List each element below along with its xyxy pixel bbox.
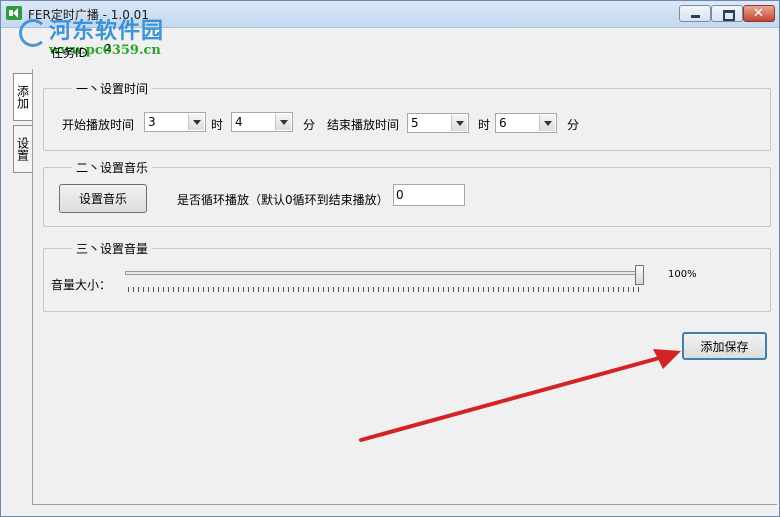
start-hour-unit: 时 xyxy=(211,118,224,132)
volume-slider-ticks xyxy=(128,287,641,292)
set-music-button[interactable]: 设置音乐 xyxy=(59,184,147,213)
task-id-value: 2 xyxy=(105,43,112,54)
start-minute-select[interactable]: 4 xyxy=(231,112,293,132)
chevron-down-icon[interactable] xyxy=(188,114,204,130)
loop-input-value: 0 xyxy=(396,188,404,202)
minimize-button[interactable] xyxy=(679,5,711,22)
end-minute-unit: 分 xyxy=(567,118,580,132)
end-hour-value: 5 xyxy=(411,116,419,130)
add-save-button[interactable]: 添加保存 xyxy=(682,332,767,360)
music-group-title: 二丶设置音乐 xyxy=(72,159,153,176)
content-left-border xyxy=(32,69,33,505)
start-minute-value: 4 xyxy=(235,115,243,129)
watermark-logo-icon xyxy=(19,19,47,47)
end-minute-value: 6 xyxy=(499,116,507,130)
close-button[interactable]: ✕ xyxy=(743,5,775,22)
volume-slider-track[interactable] xyxy=(125,271,642,275)
volume-label: 音量大小： xyxy=(51,278,112,292)
end-minute-select[interactable]: 6 xyxy=(495,113,557,133)
tab-add-label: 添加 xyxy=(15,85,30,109)
tab-settings-label: 设置 xyxy=(15,137,30,161)
end-time-label: 结束播放时间 xyxy=(327,118,400,132)
annotation-arrow-icon xyxy=(359,349,681,442)
loop-input[interactable]: 0 xyxy=(393,184,465,206)
minimize-icon xyxy=(691,15,700,18)
time-group-title: 一丶设置时间 xyxy=(72,80,153,97)
start-time-label: 开始播放时间 xyxy=(62,118,135,132)
volume-slider-thumb[interactable] xyxy=(635,265,644,285)
start-hour-select[interactable]: 3 xyxy=(144,112,206,132)
loop-label: 是否循环播放（默认0循环到结束播放） xyxy=(177,193,389,207)
close-icon: ✕ xyxy=(753,6,764,21)
watermark-title: 河东软件园 xyxy=(49,19,165,44)
end-hour-select[interactable]: 5 xyxy=(407,113,469,133)
chevron-down-icon[interactable] xyxy=(539,115,555,131)
maximize-icon xyxy=(723,10,735,21)
volume-groupbox: 三丶设置音量 xyxy=(43,240,771,312)
app-window: FER定时广播 - 1.0.01 ✕ 河东软件园 www.pc0359.cn 任… xyxy=(0,0,780,517)
maximize-button[interactable] xyxy=(711,5,743,22)
start-minute-unit: 分 xyxy=(303,118,316,132)
annotation-arrow-line xyxy=(359,355,665,442)
start-hour-value: 3 xyxy=(148,115,156,129)
content-bottom-border xyxy=(32,504,777,505)
end-hour-unit: 时 xyxy=(478,118,491,132)
volume-group-title: 三丶设置音量 xyxy=(72,240,153,257)
chevron-down-icon[interactable] xyxy=(275,114,291,130)
volume-percent: 100% xyxy=(668,269,697,280)
speaker-icon xyxy=(6,6,22,20)
chevron-down-icon[interactable] xyxy=(451,115,467,131)
tab-add[interactable]: 添加 xyxy=(13,73,32,121)
tab-settings[interactable]: 设置 xyxy=(13,125,32,173)
task-id-label: 任务ID xyxy=(51,46,88,60)
